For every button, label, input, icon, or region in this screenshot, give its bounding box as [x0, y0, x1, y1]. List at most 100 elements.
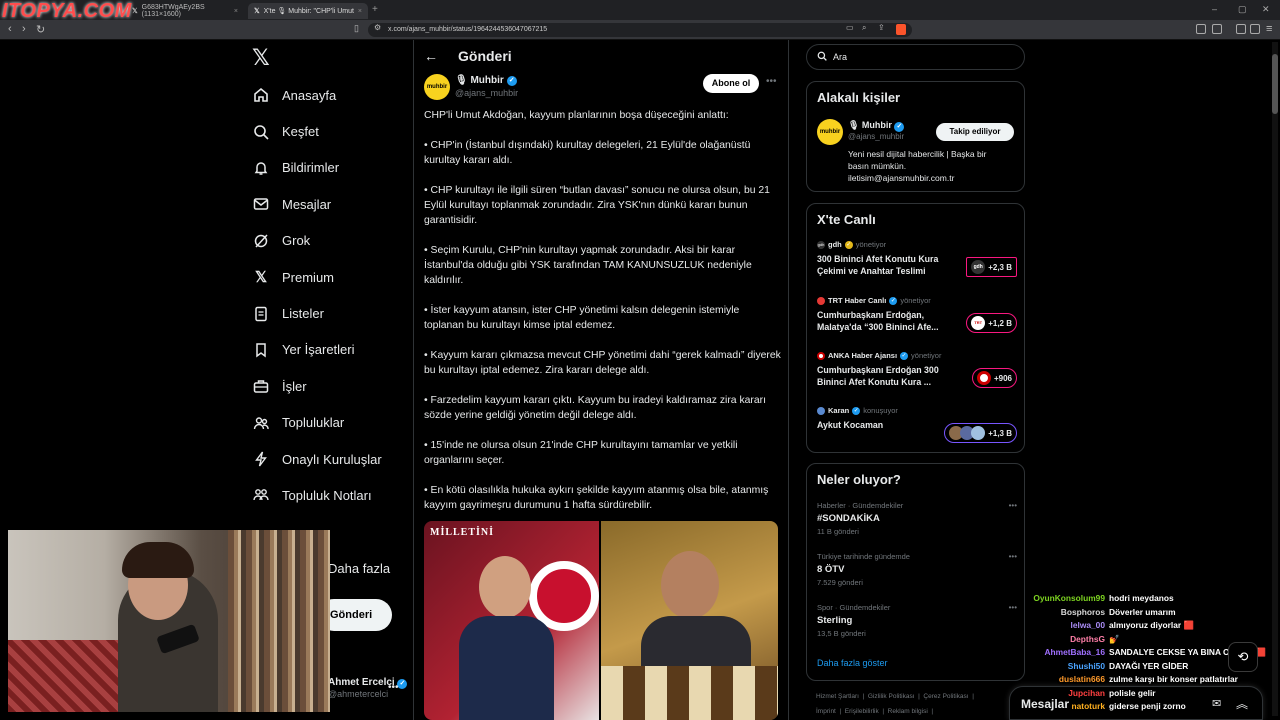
nav-item-jobs[interactable]: İşler: [252, 368, 402, 404]
nav-item-more[interactable]: Daha fazla: [328, 561, 390, 576]
live-listeners-pill[interactable]: gdh +2,3 B: [966, 257, 1017, 277]
reload-icon[interactable]: ↻: [36, 23, 45, 36]
show-more-link[interactable]: Daha fazla göster: [817, 658, 888, 668]
tweet-paragraph: • 15'inde ne olursa olsun 21'inde CHP ku…: [424, 440, 738, 466]
url-field[interactable]: x.com/ajans_muhbir/status/19642445360470…: [368, 23, 912, 37]
nav-item-community-notes[interactable]: Topluluk Notları: [252, 477, 402, 513]
avatar-text: muhbir: [426, 84, 448, 90]
footer-link[interactable]: İmprint: [816, 708, 836, 715]
nav-label: Onaylı Kuruluşlar: [282, 451, 382, 467]
nav-item-communities[interactable]: Topluluklar: [252, 405, 402, 441]
search-input[interactable]: Ara: [833, 52, 847, 62]
more-dots-icon[interactable]: •••: [766, 76, 777, 87]
verified-icon: ✓: [889, 296, 898, 305]
more-dots-icon[interactable]: •••: [1009, 552, 1017, 561]
back-arrow-icon[interactable]: ←: [424, 48, 438, 64]
nav-item-notifications[interactable]: Bildirimler: [252, 150, 402, 186]
author-info[interactable]: 🎙 Muhbir ✓ @ajans_muhbir: [455, 75, 518, 98]
related-person[interactable]: 🎙 Muhbir ✓ @ajans_muhbir: [848, 120, 905, 141]
source-role: yönetiyor: [855, 240, 887, 249]
trend-category: Spor · Gündemdekiler: [817, 603, 891, 612]
tweet-text: CHP'li Umut Akdoğan, kayyum planlarının …: [424, 108, 782, 528]
nav-label: Yer İşaretleri: [282, 342, 355, 358]
new-tab-icon[interactable]: +: [372, 4, 378, 15]
search-box[interactable]: Ara: [806, 44, 1025, 70]
nav-item-bookmarks[interactable]: Yer İşaretleri: [252, 332, 402, 368]
nav-label: Daha fazla: [328, 561, 391, 576]
source-name: TRT Haber Canlı: [828, 296, 887, 305]
live-item[interactable]: Karan ✓ konuşuyor Aykut Kocaman +1,3 B: [817, 406, 1017, 446]
sidebar-toggle-icon[interactable]: [1236, 24, 1246, 34]
minimize-icon[interactable]: –: [1212, 4, 1217, 14]
footer-link[interactable]: Çerez Politikası: [923, 693, 968, 700]
source-role: yönetiyor: [911, 351, 942, 360]
listener-avatar: TRT: [971, 316, 986, 330]
avatar[interactable]: muhbir: [424, 74, 450, 100]
verified-icon: ✓: [894, 122, 905, 132]
nav-item-premium[interactable]: 𝕏 Premium: [252, 259, 402, 295]
browser-tab-active[interactable]: 𝕏 X'te 🎙 Muhbir: "CHP'li Umut Ak... ×: [248, 3, 368, 19]
bolt-icon: [252, 450, 270, 468]
nav-item-verified-orgs[interactable]: Onaylı Kuruluşlar: [252, 441, 402, 477]
back-arrow-icon[interactable]: ‹: [8, 23, 12, 35]
close-window-icon[interactable]: ✕: [1262, 4, 1270, 15]
menu-icon[interactable]: ≡: [1266, 23, 1272, 35]
live-listeners-pill[interactable]: +1,3 B: [944, 423, 1017, 443]
extension-icon[interactable]: [1196, 24, 1206, 34]
trend-item[interactable]: Haberler · Gündemdekiler #SONDAKİKA 11 B…: [817, 501, 1017, 541]
following-button[interactable]: Takip ediliyor: [936, 123, 1014, 141]
install-app-icon[interactable]: ▭: [846, 23, 854, 32]
nav-item-explore[interactable]: Keşfet: [252, 113, 402, 149]
author-name: 🎙 Muhbir: [455, 75, 504, 86]
trend-item[interactable]: Spor · Gündemdekiler Sterling 13,5 B gön…: [817, 603, 1017, 643]
grok-fab-icon[interactable]: ⟲: [1228, 642, 1258, 672]
bookmark-page-icon[interactable]: ▯: [354, 23, 359, 34]
live-item[interactable]: ANKA Haber Ajansı ✓ yönetiyor Cumhurbaşkan…: [817, 351, 1017, 397]
brave-shield-icon[interactable]: [896, 24, 906, 35]
forward-arrow-icon[interactable]: ›: [22, 23, 26, 35]
post-button-label: Gönderi yayınla: [330, 609, 373, 653]
source-name: Karan: [828, 406, 850, 415]
scrollbar-thumb[interactable]: [1272, 54, 1278, 114]
chat-message: zulme karşı bir konser patlatırlar: [1109, 674, 1238, 684]
footer-link[interactable]: Hizmet Şartları: [816, 693, 859, 700]
trend-category: Türkiye tarihinde gündemde: [817, 552, 910, 561]
zoom-icon[interactable]: ⌕: [862, 23, 866, 33]
listener-count: +1,3 B: [988, 428, 1012, 438]
media-photo-right[interactable]: [601, 521, 778, 720]
chat-line: OyunKonsolum99 hodri meydanos: [1004, 593, 1276, 607]
nav-item-home[interactable]: Anasayfa: [252, 77, 402, 113]
more-dots-icon[interactable]: •••: [388, 682, 399, 693]
media-photo-left[interactable]: MİLLETİNİ: [424, 521, 599, 720]
share-icon[interactable]: ⇪: [878, 23, 885, 32]
tweet-media[interactable]: MİLLETİNİ: [424, 521, 778, 720]
chat-user: natoturk: [1071, 701, 1106, 711]
live-listeners-pill[interactable]: +906: [971, 368, 1017, 388]
x-logo-icon[interactable]: 𝕏: [252, 46, 270, 71]
live-item[interactable]: TRT Haber Canlı ✓ yönetiyor Cumhurbaşkanı …: [817, 296, 1017, 342]
maximize-icon[interactable]: ▢: [1238, 4, 1247, 15]
tab-label: G683HTWgAEy2BS (1131×1600): [141, 4, 205, 18]
tab-close-icon[interactable]: ×: [234, 8, 238, 15]
live-listeners-pill[interactable]: TRT +1,2 B: [966, 313, 1017, 333]
live-item[interactable]: gdh gdh ✓ yönetiyor 300 Bininci Afet Konutu…: [817, 240, 1017, 286]
subscribe-button[interactable]: Abone ol: [703, 74, 759, 93]
avatar[interactable]: muhbir: [817, 119, 843, 145]
nav-item-messages[interactable]: Mesajlar: [252, 186, 402, 222]
nav-label: Bildirimler: [282, 160, 340, 176]
nav-item-grok[interactable]: Grok: [252, 223, 402, 259]
footer-link[interactable]: Erişilebilirlik: [845, 708, 879, 715]
extension-icon[interactable]: [1212, 24, 1222, 34]
footer-link[interactable]: Gizlilik Politikası: [868, 693, 915, 700]
chat-user: Shushi50: [1067, 660, 1105, 671]
account-name: Ahmet Ercelci: [328, 677, 395, 688]
wallet-icon[interactable]: [1250, 24, 1260, 34]
trend-item[interactable]: Türkiye tarihinde gündemde 8 ÖTV 7.529 g…: [817, 552, 1017, 592]
bio-line: Yeni nesil dijital habercilik | Başka bi…: [848, 149, 987, 159]
browser-tab-image[interactable]: 𝕏 G683HTWgAEy2BS (1131×1600) ×: [126, 3, 244, 19]
tab-close-icon[interactable]: ×: [358, 8, 362, 15]
site-settings-icon[interactable]: ⚙: [374, 23, 381, 32]
footer-link[interactable]: Reklam bilgisi: [888, 708, 928, 715]
nav-item-lists[interactable]: Listeler: [252, 295, 402, 331]
more-dots-icon[interactable]: •••: [1009, 501, 1017, 510]
